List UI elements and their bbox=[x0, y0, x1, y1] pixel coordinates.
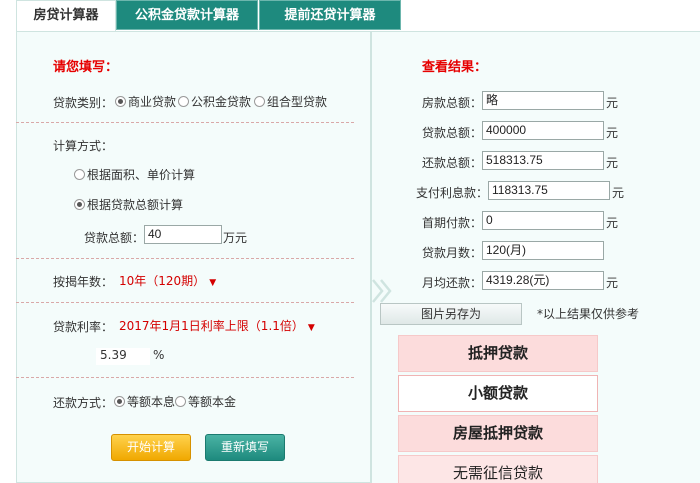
promo-mortgage-loan[interactable]: 抵押贷款 bbox=[398, 335, 598, 372]
years-label: 按揭年数： bbox=[53, 275, 114, 289]
result-months: 120(月) bbox=[482, 241, 604, 260]
years-select[interactable]: 10年（120期） ▼ bbox=[119, 272, 216, 289]
result-label-repay-total: 还款总额： bbox=[421, 156, 482, 170]
start-calculate-button[interactable]: 开始计算 bbox=[111, 434, 191, 461]
promo-no-credit-loan[interactable]: 无需征信贷款 bbox=[398, 455, 598, 483]
result-monthly: 4319.28(元) bbox=[482, 271, 604, 290]
result-unit: 元 bbox=[606, 126, 619, 140]
promo-small-loan[interactable]: 小额贷款 bbox=[398, 375, 598, 412]
divider bbox=[16, 302, 354, 303]
radio-icon[interactable] bbox=[74, 199, 85, 210]
result-unit: 元 bbox=[606, 156, 619, 170]
calc-method-area-price[interactable]: 根据面积、单价计算 bbox=[74, 166, 195, 183]
result-down-payment: 0 bbox=[482, 211, 604, 230]
tab-prepayment-calculator[interactable]: 提前还贷计算器 bbox=[259, 0, 401, 30]
result-label-loan-total: 贷款总额： bbox=[421, 126, 482, 140]
result-unit: 元 bbox=[606, 96, 619, 110]
repay-equal-installment[interactable]: 等额本息 bbox=[114, 393, 175, 410]
rate-label: 贷款利率： bbox=[53, 320, 114, 334]
tab-mortgage-calculator[interactable]: 房贷计算器2017 bbox=[16, 0, 116, 53]
repay-label: 还款方式： bbox=[53, 396, 114, 410]
divider bbox=[16, 122, 354, 123]
dropdown-triangle-icon: ▼ bbox=[307, 323, 315, 333]
radio-icon[interactable] bbox=[178, 96, 189, 107]
save-image-button[interactable]: 图片另存为 bbox=[380, 303, 522, 325]
rate-unit: % bbox=[153, 348, 165, 362]
result-note: *以上结果仅供参考 bbox=[537, 307, 640, 321]
radio-icon[interactable] bbox=[114, 396, 125, 407]
loan-total-label: 贷款总额： bbox=[84, 231, 145, 245]
rate-number-input[interactable]: 5.39 bbox=[96, 348, 150, 365]
result-loan-total: 400000 bbox=[482, 121, 604, 140]
radio-icon[interactable] bbox=[115, 96, 126, 107]
result-unit: 元 bbox=[606, 276, 619, 290]
calc-method-label: 计算方式： bbox=[53, 139, 114, 153]
loan-type-commercial[interactable]: 商业贷款 bbox=[115, 93, 176, 110]
loan-total-unit: 万元 bbox=[223, 231, 248, 245]
rate-select[interactable]: 2017年1月1日利率上限（1.1倍） ▼ bbox=[119, 317, 315, 334]
result-title: 查看结果： bbox=[422, 60, 488, 75]
calc-method-loan-total[interactable]: 根据贷款总额计算 bbox=[74, 196, 183, 213]
radio-icon[interactable] bbox=[74, 169, 85, 180]
radio-icon[interactable] bbox=[175, 396, 186, 407]
result-label-house-total: 房款总额： bbox=[421, 96, 482, 110]
promo-house-mortgage-loan[interactable]: 房屋抵押贷款 bbox=[398, 415, 598, 452]
result-unit: 元 bbox=[606, 216, 619, 230]
repay-equal-principal[interactable]: 等额本金 bbox=[175, 393, 236, 410]
loan-type-provident[interactable]: 公积金贷款 bbox=[178, 93, 251, 110]
result-label-months: 贷款月数： bbox=[421, 246, 482, 260]
divider bbox=[16, 377, 354, 378]
result-repay-total: 518313.75 bbox=[482, 151, 604, 170]
radio-icon[interactable] bbox=[254, 96, 265, 107]
result-interest: 118313.75 bbox=[488, 181, 610, 200]
loan-type-label: 贷款类别： bbox=[53, 96, 114, 110]
result-label-monthly: 月均还款： bbox=[421, 276, 482, 290]
result-unit: 元 bbox=[612, 186, 625, 200]
dropdown-triangle-icon: ▼ bbox=[209, 278, 217, 288]
form-title: 请您填写： bbox=[53, 60, 119, 75]
tab-bar: 房贷计算器2017 公积金贷款计算器 提前还贷计算器 bbox=[0, 0, 700, 53]
result-label-interest: 支付利息款： bbox=[415, 186, 488, 200]
divider bbox=[16, 258, 354, 259]
loan-total-input[interactable]: 40 bbox=[144, 225, 222, 244]
loan-type-combined[interactable]: 组合型贷款 bbox=[254, 93, 327, 110]
reset-button[interactable]: 重新填写 bbox=[205, 434, 285, 461]
tab-provident-fund-calculator[interactable]: 公积金贷款计算器 bbox=[116, 0, 258, 30]
result-label-down-payment: 首期付款： bbox=[421, 216, 482, 230]
result-house-total: 略 bbox=[482, 91, 604, 110]
